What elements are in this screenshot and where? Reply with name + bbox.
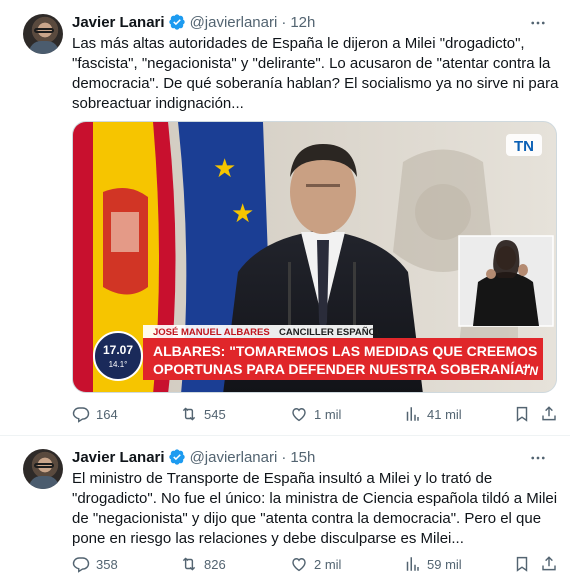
like-count: 2 mil <box>314 556 342 572</box>
sign-language-inset <box>458 235 554 327</box>
lower-third-role: CANCILLER ESPAÑOL <box>279 327 382 338</box>
repost-count: 545 <box>204 406 226 422</box>
tweet-actions: 358 826 2 mil 59 mil <box>72 555 560 575</box>
lower-third-name: JOSÉ MANUEL ALBARES <box>153 327 270 338</box>
views-chart-icon <box>406 557 419 571</box>
avatar[interactable] <box>23 14 63 54</box>
heart-icon <box>292 558 306 572</box>
tweet-text: Las más altas autoridades de España le d… <box>72 35 559 112</box>
bookmark-icon <box>516 406 528 422</box>
reply-button[interactable]: 164 <box>72 405 118 423</box>
svg-text:TN: TN <box>522 364 538 378</box>
tweet-header: Javier Lanari @javierlanari · 12h <box>72 12 315 32</box>
reply-count: 164 <box>96 406 118 422</box>
like-button[interactable]: 2 mil <box>290 555 341 573</box>
more-options-icon[interactable] <box>528 448 548 468</box>
like-count: 1 mil <box>314 406 342 422</box>
separator-dot: · <box>281 448 287 466</box>
author-name[interactable]: Javier Lanari <box>72 449 165 466</box>
repost-icon <box>182 557 196 571</box>
verified-badge-icon <box>168 14 185 30</box>
like-button[interactable]: 1 mil <box>290 405 341 423</box>
views-chart-icon <box>406 407 419 421</box>
author-handle[interactable]: @javierlanari <box>190 449 278 466</box>
channel-logo: TN <box>506 134 542 156</box>
tweet-actions: 164 545 1 mil 41 mil <box>72 405 560 425</box>
clock-temp: 14.1° <box>109 360 128 369</box>
repost-icon <box>182 407 196 421</box>
headline-line-1: ALBARES: "TOMAREMOS LAS MEDIDAS QUE CREE… <box>153 343 537 359</box>
reply-count: 358 <box>96 556 118 572</box>
repost-button[interactable]: 545 <box>180 405 226 423</box>
bookmark-button[interactable] <box>513 405 537 423</box>
views-button[interactable]: 59 mil <box>403 555 462 573</box>
heart-icon <box>292 408 306 422</box>
views-button[interactable]: 41 mil <box>403 405 462 423</box>
video-frame: ★ ★ TN JOSÉ MANUEL ALBARES CANCILLER ESP… <box>73 122 556 392</box>
svg-text:★: ★ <box>213 154 236 184</box>
tweet[interactable]: Javier Lanari @javierlanari · 12h Las má… <box>0 0 570 436</box>
bookmark-icon <box>516 556 528 572</box>
verified-badge-icon <box>168 449 185 465</box>
clock-time: 17.07 <box>103 343 133 357</box>
reply-icon <box>72 557 90 573</box>
views-count: 41 mil <box>427 406 462 422</box>
reply-icon <box>72 407 90 423</box>
author-name[interactable]: Javier Lanari <box>72 14 165 31</box>
svg-text:★: ★ <box>231 199 254 229</box>
timestamp[interactable]: 12h <box>290 14 315 31</box>
avatar[interactable] <box>23 449 63 489</box>
tweet-text: El ministro de Transporte de España insu… <box>72 470 558 547</box>
bookmark-button[interactable] <box>513 555 537 573</box>
tweet-header: Javier Lanari @javierlanari · 15h <box>72 447 315 467</box>
timestamp[interactable]: 15h <box>290 449 315 466</box>
share-button[interactable] <box>540 405 564 423</box>
share-button[interactable] <box>540 555 564 573</box>
repost-button[interactable]: 826 <box>180 555 226 573</box>
repost-count: 826 <box>204 556 226 572</box>
separator-dot: · <box>281 13 287 31</box>
share-icon <box>542 406 556 421</box>
svg-text:TN: TN <box>514 138 534 155</box>
author-handle[interactable]: @javierlanari <box>190 14 278 31</box>
tweet-media-video[interactable]: ★ ★ TN JOSÉ MANUEL ALBARES CANCILLER ESP… <box>72 121 557 393</box>
more-options-icon[interactable] <box>528 13 548 33</box>
views-count: 59 mil <box>427 556 462 572</box>
reply-button[interactable]: 358 <box>72 555 118 573</box>
headline-line-2: OPORTUNAS PARA DEFENDER NUESTRA SOBERANÍ… <box>153 361 531 377</box>
tweet[interactable]: Javier Lanari @javierlanari · 15h El min… <box>0 437 570 583</box>
share-icon <box>542 556 556 571</box>
